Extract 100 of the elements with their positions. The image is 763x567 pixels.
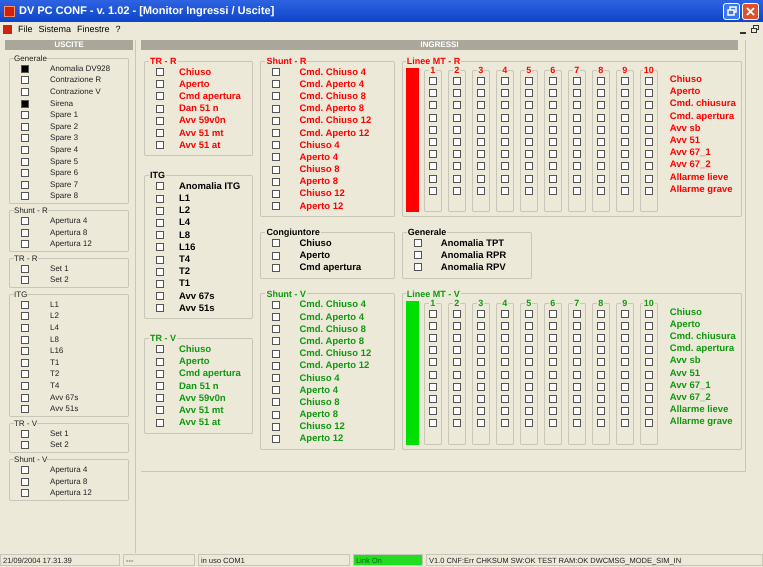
checkbox[interactable] bbox=[156, 141, 164, 150]
checkbox[interactable] bbox=[500, 126, 509, 134]
checkbox[interactable] bbox=[524, 138, 533, 146]
checkbox[interactable] bbox=[21, 88, 29, 96]
checkbox[interactable] bbox=[596, 101, 605, 110]
checkbox[interactable] bbox=[620, 126, 629, 134]
checkbox[interactable] bbox=[500, 138, 509, 146]
checkbox[interactable] bbox=[476, 126, 485, 134]
checkbox[interactable] bbox=[428, 407, 437, 416]
checkbox[interactable] bbox=[500, 358, 509, 366]
checkbox[interactable] bbox=[620, 150, 629, 158]
checkbox[interactable] bbox=[548, 138, 557, 146]
checkbox[interactable] bbox=[572, 138, 581, 146]
checkbox[interactable] bbox=[500, 370, 509, 379]
checkbox[interactable] bbox=[156, 129, 164, 138]
checkbox[interactable] bbox=[156, 304, 164, 312]
checkbox[interactable] bbox=[21, 370, 29, 378]
checkbox[interactable] bbox=[21, 478, 29, 486]
checkbox[interactable] bbox=[156, 358, 164, 366]
checkbox[interactable] bbox=[452, 126, 461, 134]
checkbox[interactable] bbox=[524, 114, 533, 122]
menu-item[interactable]: Sistema bbox=[38, 24, 72, 34]
checkbox[interactable] bbox=[500, 322, 509, 330]
checkbox[interactable] bbox=[272, 239, 280, 248]
checkbox[interactable] bbox=[272, 300, 280, 309]
checkbox[interactable] bbox=[452, 174, 461, 183]
checkbox[interactable] bbox=[572, 186, 581, 195]
checkbox[interactable] bbox=[21, 382, 29, 390]
checkbox[interactable] bbox=[500, 174, 509, 183]
checkbox[interactable] bbox=[548, 114, 557, 122]
checkbox[interactable] bbox=[500, 77, 509, 86]
checkbox[interactable] bbox=[452, 346, 461, 354]
checkbox[interactable] bbox=[272, 178, 280, 186]
checkbox[interactable] bbox=[476, 346, 485, 354]
checkbox[interactable] bbox=[452, 89, 461, 98]
checkbox[interactable] bbox=[428, 138, 437, 146]
checkbox[interactable] bbox=[548, 310, 557, 318]
checkbox[interactable] bbox=[644, 334, 653, 342]
checkbox[interactable] bbox=[596, 126, 605, 134]
checkbox[interactable] bbox=[548, 394, 557, 403]
checkbox[interactable] bbox=[572, 358, 581, 366]
checkbox[interactable] bbox=[156, 206, 164, 215]
checkbox[interactable] bbox=[272, 313, 280, 322]
checkbox[interactable] bbox=[476, 174, 485, 183]
checkbox[interactable] bbox=[428, 310, 437, 318]
checkbox[interactable] bbox=[572, 334, 581, 342]
checkbox[interactable] bbox=[476, 382, 485, 391]
checkbox[interactable] bbox=[620, 101, 629, 110]
checkbox[interactable] bbox=[21, 347, 29, 356]
checkbox[interactable] bbox=[572, 101, 581, 110]
checkbox[interactable] bbox=[596, 322, 605, 330]
checkbox[interactable] bbox=[644, 370, 653, 379]
checkbox[interactable] bbox=[21, 441, 29, 450]
checkbox[interactable] bbox=[524, 382, 533, 391]
checkbox[interactable] bbox=[21, 134, 29, 142]
checkbox[interactable] bbox=[21, 394, 29, 402]
checkbox[interactable] bbox=[272, 202, 280, 210]
checkbox[interactable] bbox=[548, 358, 557, 366]
checkbox[interactable] bbox=[644, 382, 653, 391]
checkbox[interactable] bbox=[644, 310, 653, 318]
checkbox[interactable] bbox=[596, 346, 605, 354]
checkbox[interactable] bbox=[572, 394, 581, 403]
checkbox[interactable] bbox=[524, 358, 533, 366]
checkbox[interactable] bbox=[414, 251, 422, 260]
checkbox[interactable] bbox=[548, 346, 557, 354]
checkbox[interactable] bbox=[524, 310, 533, 318]
checkbox[interactable] bbox=[452, 322, 461, 330]
checkbox[interactable] bbox=[524, 174, 533, 183]
restore-button[interactable] bbox=[750, 24, 760, 34]
checkbox[interactable] bbox=[524, 346, 533, 354]
checkbox[interactable] bbox=[272, 104, 280, 113]
checkbox[interactable] bbox=[524, 186, 533, 195]
checkbox[interactable] bbox=[596, 162, 605, 170]
checkbox[interactable] bbox=[21, 146, 29, 154]
checkbox[interactable] bbox=[21, 169, 29, 178]
checkbox[interactable] bbox=[644, 138, 653, 146]
checkbox[interactable] bbox=[500, 162, 509, 170]
checkbox[interactable] bbox=[644, 419, 653, 428]
checkbox[interactable] bbox=[476, 89, 485, 98]
checkbox[interactable] bbox=[572, 126, 581, 134]
checkbox[interactable] bbox=[596, 419, 605, 428]
checkbox[interactable] bbox=[620, 370, 629, 379]
checkbox[interactable] bbox=[644, 162, 653, 170]
checkbox[interactable] bbox=[428, 77, 437, 86]
checkbox[interactable] bbox=[21, 240, 29, 248]
checkbox[interactable] bbox=[524, 370, 533, 379]
checkbox[interactable] bbox=[644, 407, 653, 416]
checkbox[interactable] bbox=[452, 138, 461, 146]
checkbox[interactable] bbox=[21, 466, 29, 474]
checkbox[interactable] bbox=[596, 89, 605, 98]
checkbox[interactable] bbox=[476, 138, 485, 146]
checkbox[interactable] bbox=[156, 268, 164, 276]
checkbox[interactable] bbox=[452, 394, 461, 403]
checkbox[interactable] bbox=[156, 345, 164, 354]
checkbox[interactable] bbox=[156, 116, 164, 125]
checkbox[interactable] bbox=[21, 358, 29, 367]
checkbox[interactable] bbox=[644, 126, 653, 134]
checkbox[interactable] bbox=[272, 337, 280, 346]
checkbox[interactable] bbox=[414, 263, 422, 272]
checkbox[interactable] bbox=[596, 174, 605, 183]
